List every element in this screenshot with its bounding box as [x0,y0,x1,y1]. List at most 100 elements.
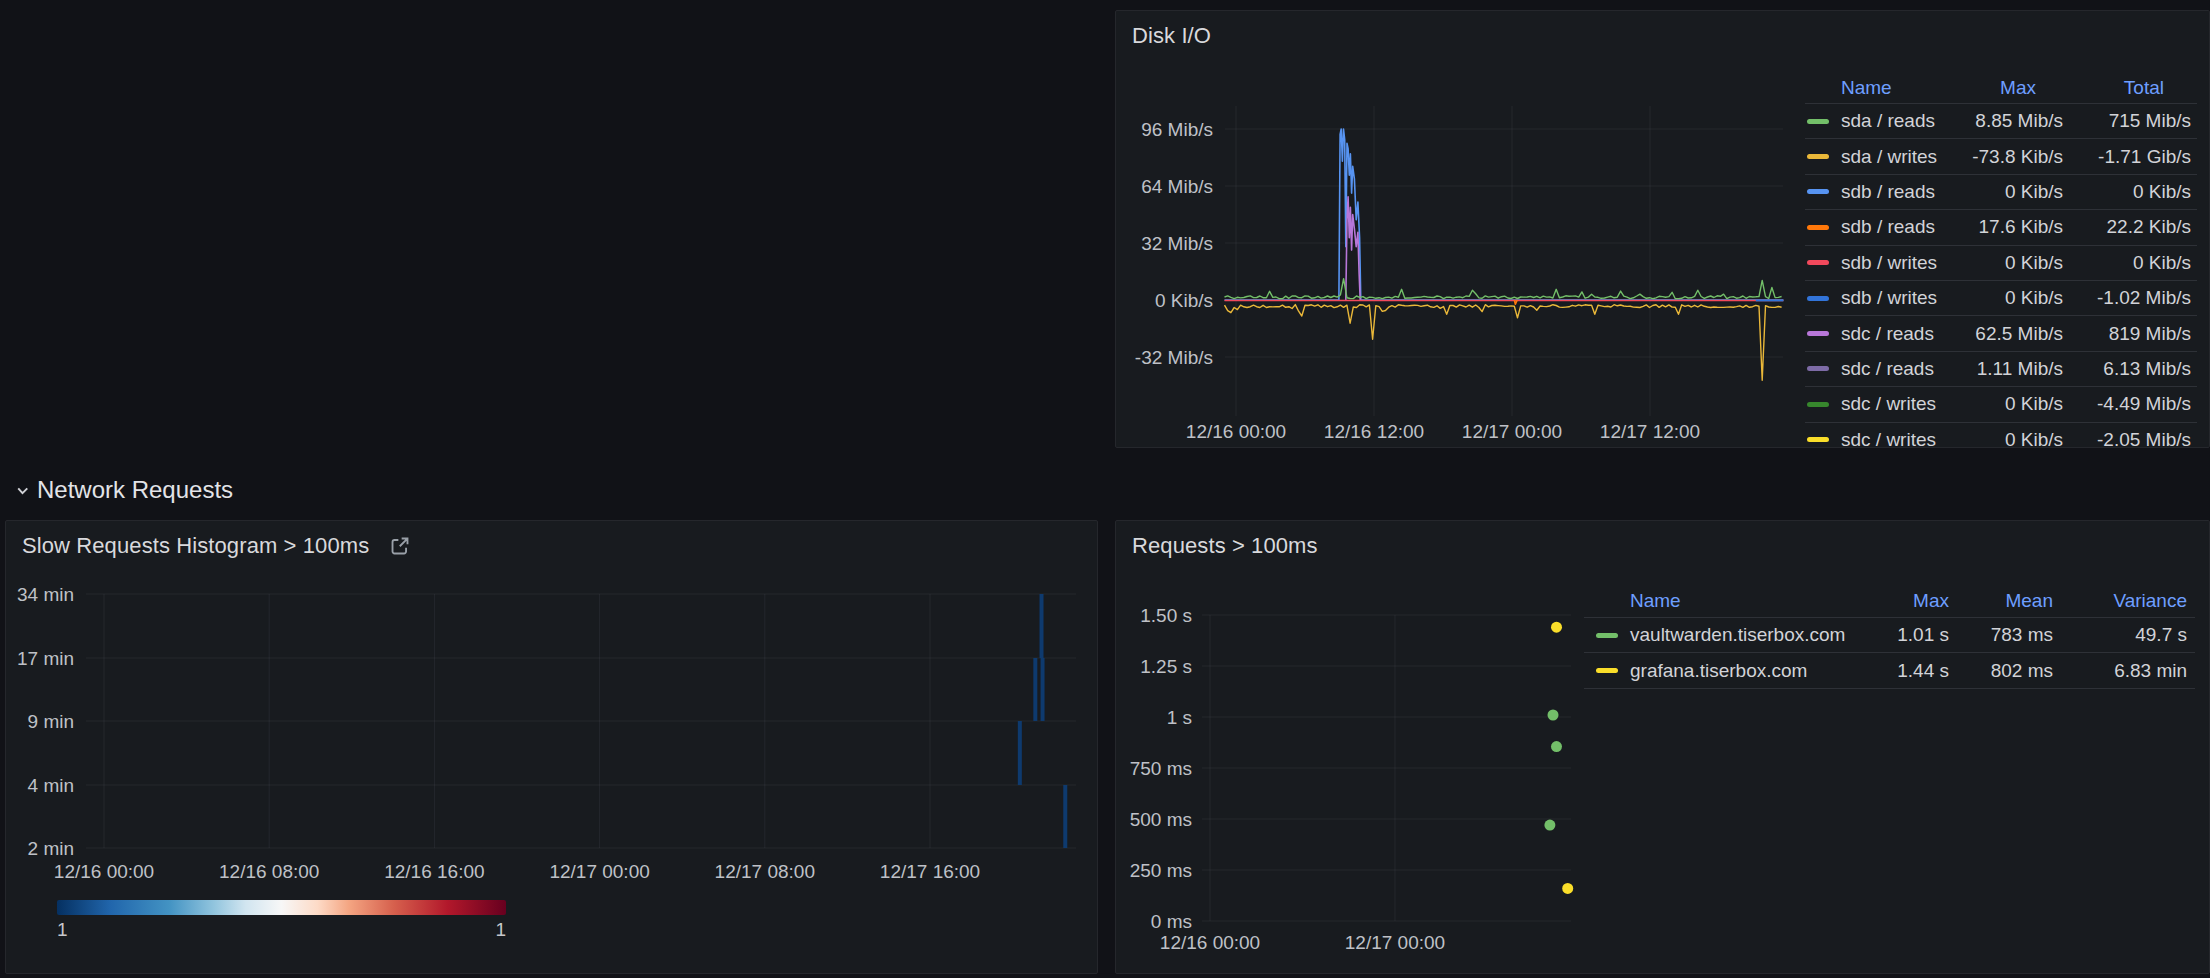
svg-text:12/17 00:00: 12/17 00:00 [549,861,649,882]
legend-value: -1.71 Gib/s [2063,146,2191,168]
requests-legend: NameMaxMeanVariance vaultwarden.tiserbox.… [1584,584,2195,689]
legend-value: 783 ms [1949,624,2053,646]
svg-text:2 min: 2 min [28,838,74,859]
legend-value: 49.7 s [2053,624,2187,646]
series-color-swatch [1596,668,1618,673]
svg-text:0 ms: 0 ms [1151,911,1192,932]
svg-text:32 Mib/s: 32 Mib/s [1141,233,1213,254]
series-name: sdb / reads [1841,181,1935,203]
legend-value: -73.8 Kib/s [1953,146,2063,168]
series-color-swatch [1807,189,1829,194]
legend-row[interactable]: sdb / reads 0 Kib/s0 Kib/s [1805,175,2197,210]
legend-value: 0 Kib/s [1953,181,2063,203]
row-header-network-requests[interactable]: Network Requests [14,476,233,504]
legend-header-name[interactable]: Name [1584,590,1869,612]
series-name: sdb / writes [1841,287,1937,309]
legend-row[interactable]: sdb / writes0 Kib/s0 Kib/s [1805,246,2197,281]
legend-value: 0 Kib/s [1953,393,2063,415]
legend-row[interactable]: sdb / writes 0 Kib/s-1.02 Mib/s [1805,281,2197,316]
series-color-swatch [1807,296,1829,301]
legend-header-variance[interactable]: Variance [2053,590,2187,612]
legend-row[interactable]: sda / writes -73.8 Kib/s-1.71 Gib/s [1805,139,2197,174]
svg-text:12/17 16:00: 12/17 16:00 [880,861,980,882]
legend-header-max[interactable]: Max [1953,77,2063,99]
panel-disk-io: Disk I/O 96 Mib/s64 Mib/s32 Mib/s0 Kib/s… [1115,10,2210,448]
legend-value: 8.85 Mib/s [1953,110,2063,132]
legend-value: -1.02 Mib/s [2063,287,2191,309]
series-color-swatch [1807,437,1829,442]
grafana-dashboard: { "row_header": {"label": "Network Reque… [0,0,2210,978]
legend-value: 1.44 s [1869,660,1949,682]
svg-text:96 Mib/s: 96 Mib/s [1141,119,1213,140]
legend-value: 0 Kib/s [2063,181,2191,203]
legend-header-mean[interactable]: Mean [1949,590,2053,612]
legend-value: -2.05 Mib/s [2063,429,2191,448]
legend-value: 715 Mib/s [2063,110,2191,132]
legend-header-max[interactable]: Max [1869,590,1949,612]
legend-row[interactable]: grafana.tiserbox.com1.44 s802 ms6.83 min [1584,653,2195,688]
series-name: vaultwarden.tiserbox.com [1630,624,1845,646]
legend-value: 1.11 Mib/s [1953,358,2063,380]
legend-value: 62.5 Mib/s [1953,323,2063,345]
svg-text:9 min: 9 min [28,711,74,732]
svg-text:34 min: 34 min [17,584,74,605]
series-color-swatch [1807,331,1829,336]
legend-value: 0 Kib/s [2063,252,2191,274]
svg-text:64 Mib/s: 64 Mib/s [1141,176,1213,197]
legend-value: 0 Kib/s [1953,429,2063,448]
heatmap-color-scale [57,900,506,915]
panel-slow-requests-histogram: Slow Requests Histogram > 100ms 34 min17… [5,520,1098,974]
series-name: sda / reads [1841,110,1935,132]
svg-text:17 min: 17 min [17,648,74,669]
chevron-down-icon [14,482,31,499]
svg-text:12/16 00:00: 12/16 00:00 [1160,932,1260,953]
svg-text:12/16 00:00: 12/16 00:00 [1186,421,1286,442]
svg-text:1 s: 1 s [1167,707,1192,728]
svg-text:0 Kib/s: 0 Kib/s [1155,290,1213,311]
color-scale-max: 1 [466,919,506,941]
series-name: sdc / reads [1841,323,1934,345]
series-name: sda / writes [1841,146,1937,168]
row-header-title: Network Requests [37,476,233,504]
legend-header-total[interactable]: Total [2063,77,2191,99]
legend-value: 1.01 s [1869,624,1949,646]
legend-value: 802 ms [1949,660,2053,682]
legend-value: 0 Kib/s [1953,252,2063,274]
disk-io-legend: NameMaxTotal sda / reads 8.85 Mib/s715 Mib… [1805,72,2197,448]
svg-text:1.25 s: 1.25 s [1140,656,1192,677]
legend-row[interactable]: sdc / reads 62.5 Mib/s819 Mib/s [1805,316,2197,351]
svg-text:250 ms: 250 ms [1130,860,1192,881]
svg-text:12/17 08:00: 12/17 08:00 [715,861,815,882]
svg-text:750 ms: 750 ms [1130,758,1192,779]
legend-value: 0 Kib/s [1953,287,2063,309]
legend-value: 22.2 Kib/s [2063,216,2191,238]
svg-text:1.50 s: 1.50 s [1140,605,1192,626]
svg-text:-32 Mib/s: -32 Mib/s [1135,347,1213,368]
series-color-swatch [1807,366,1829,371]
color-scale-min: 1 [57,919,68,941]
svg-text:12/16 08:00: 12/16 08:00 [219,861,319,882]
svg-text:12/16 00:00: 12/16 00:00 [54,861,154,882]
legend-row[interactable]: sdc / writes 0 Kib/s-4.49 Mib/s [1805,387,2197,422]
svg-text:12/16 12:00: 12/16 12:00 [1324,421,1424,442]
series-name: sdc / writes [1841,393,1936,415]
series-name: sdc / reads [1841,358,1934,380]
svg-text:12/17 00:00: 12/17 00:00 [1462,421,1562,442]
legend-row[interactable]: sda / reads 8.85 Mib/s715 Mib/s [1805,104,2197,139]
svg-text:12/16 16:00: 12/16 16:00 [384,861,484,882]
svg-text:12/17 00:00: 12/17 00:00 [1345,932,1445,953]
legend-header-name[interactable]: Name [1805,77,1953,99]
series-color-swatch [1596,633,1618,638]
legend-row[interactable]: sdc / reads1.11 Mib/s6.13 Mib/s [1805,352,2197,387]
legend-value: -4.49 Mib/s [2063,393,2191,415]
legend-row[interactable]: vaultwarden.tiserbox.com 1.01 s783 ms49.7… [1584,618,2195,653]
legend-row[interactable]: sdb / reads17.6 Kib/s22.2 Kib/s [1805,210,2197,245]
legend-value: 819 Mib/s [2063,323,2191,345]
legend-row[interactable]: sdc / writes 0 Kib/s-2.05 Mib/s [1805,423,2197,448]
svg-text:12/17 12:00: 12/17 12:00 [1600,421,1700,442]
series-color-swatch [1807,260,1829,265]
series-name: sdc / writes [1841,429,1936,448]
series-color-swatch [1807,119,1829,124]
svg-text:500 ms: 500 ms [1130,809,1192,830]
series-name: sdb / reads [1841,216,1935,238]
